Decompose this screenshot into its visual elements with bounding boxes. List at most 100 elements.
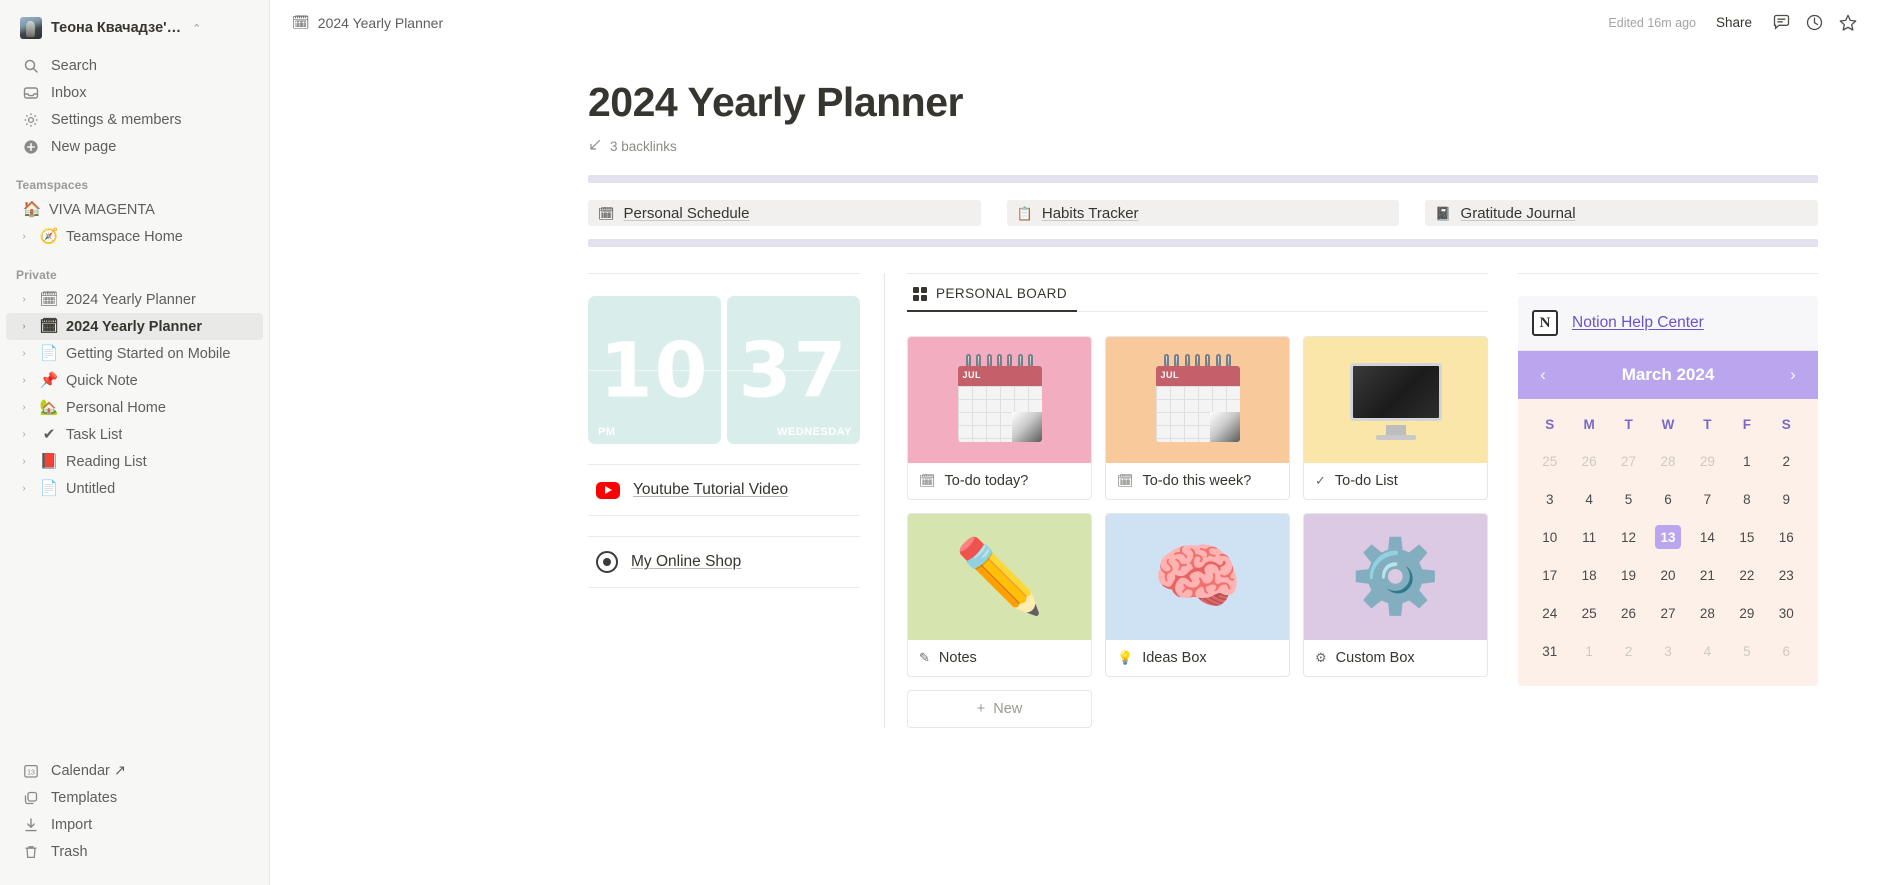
nav-card-habits-tracker[interactable]: 📋 Habits Tracker <box>1006 200 1400 226</box>
calendar-day[interactable]: 4 <box>1569 480 1608 518</box>
calendar-day[interactable]: 27 <box>1648 594 1687 632</box>
calendar-day[interactable]: 17 <box>1530 556 1569 594</box>
nav-card-personal-schedule[interactable]: 🗓 Personal Schedule <box>588 200 981 226</box>
card-footer: 🗓 To-do this week? <box>1106 463 1289 499</box>
calendar-day[interactable]: 28 <box>1648 442 1687 480</box>
board-card-to-do-this-week[interactable]: JUL 🗓 To-do this week? <box>1105 336 1290 500</box>
calendar-prev-button[interactable]: ‹ <box>1534 365 1552 385</box>
board-card-to-do-today[interactable]: JUL 🗓 To-do today? <box>907 336 1092 500</box>
notion-help-center-card[interactable]: N Notion Help Center <box>1518 296 1818 351</box>
calendar-day[interactable]: 6 <box>1767 632 1806 670</box>
calendar-day[interactable]: 16 <box>1767 518 1806 556</box>
sidebar-item-task-list[interactable]: › ✔ Task List <box>6 421 263 448</box>
calendar-day[interactable]: 9 <box>1767 480 1806 518</box>
comment-icon[interactable] <box>1772 13 1791 32</box>
chevron-right-icon[interactable]: › <box>16 429 32 440</box>
calendar-day[interactable]: 11 <box>1569 518 1608 556</box>
sidebar-item-calendar[interactable]: 13 Calendar ↗ <box>6 757 263 784</box>
chevron-right-icon[interactable]: › <box>16 294 32 305</box>
share-button[interactable]: Share <box>1710 11 1758 34</box>
calendar-day[interactable]: 7 <box>1688 480 1727 518</box>
history-clock-icon[interactable] <box>1805 13 1824 32</box>
sidebar-item-new-page[interactable]: New page <box>6 133 263 160</box>
nav-card-gratitude-journal[interactable]: 📓 Gratitude Journal <box>1425 200 1819 226</box>
sidebar-item-reading-list[interactable]: › 📕 Reading List <box>6 448 263 475</box>
dow-label: W <box>1661 417 1675 432</box>
backlink-arrow-icon <box>588 138 602 155</box>
calendar-day[interactable]: 1 <box>1727 442 1766 480</box>
new-card-button[interactable]: + New <box>907 690 1092 728</box>
favorite-star-icon[interactable] <box>1838 13 1858 33</box>
calendar-day[interactable]: 23 <box>1767 556 1806 594</box>
board-card-to-do-list[interactable]: ✓ To-do List <box>1303 336 1488 500</box>
sidebar-item-inbox[interactable]: Inbox <box>6 79 263 106</box>
chevron-right-icon[interactable]: › <box>16 456 32 467</box>
book-icon: 📕 <box>39 453 59 470</box>
calendar-day[interactable]: 2 <box>1767 442 1806 480</box>
calendar-day[interactable]: 26 <box>1569 442 1608 480</box>
calendar-next-button[interactable]: › <box>1784 365 1802 385</box>
calendar-day[interactable]: 29 <box>1727 594 1766 632</box>
sidebar-item-settings[interactable]: Settings & members <box>6 106 263 133</box>
backlinks[interactable]: 3 backlinks <box>588 138 1818 155</box>
calendar-day[interactable]: 21 <box>1688 556 1727 594</box>
calendar-day[interactable]: 5 <box>1727 632 1766 670</box>
calendar-day[interactable]: 28 <box>1688 594 1727 632</box>
breadcrumb[interactable]: 🗓 2024 Yearly Planner <box>286 11 449 34</box>
calendar-day[interactable]: 18 <box>1569 556 1608 594</box>
link-my-online-shop[interactable]: My Online Shop <box>588 536 860 588</box>
calendar-day[interactable]: 12 <box>1609 518 1648 556</box>
sidebar-item-search[interactable]: Search <box>6 52 263 79</box>
calendar-day[interactable]: 2 <box>1609 632 1648 670</box>
calendar-day[interactable]: 10 <box>1530 518 1569 556</box>
chevron-right-icon[interactable]: › <box>16 321 32 332</box>
tab-personal-board[interactable]: PERSONAL BOARD <box>907 278 1078 312</box>
calendar-day-number: 25 <box>1581 605 1597 621</box>
sidebar-item-getting-started-on-mobile[interactable]: › 📄 Getting Started on Mobile <box>6 340 263 367</box>
calendar-day[interactable]: 20 <box>1648 556 1687 594</box>
chevron-right-icon[interactable]: › <box>16 375 32 386</box>
calendar-day[interactable]: 14 <box>1688 518 1727 556</box>
sidebar-item-templates[interactable]: Templates <box>6 784 263 811</box>
workspace-switcher[interactable]: Теона Квачадзе'… ⌃ <box>6 10 263 46</box>
calendar-day[interactable]: 25 <box>1530 442 1569 480</box>
calendar-day[interactable]: 31 <box>1530 632 1569 670</box>
calendar-day[interactable]: 3 <box>1530 480 1569 518</box>
sidebar-item-viva-magenta[interactable]: 🏠 VIVA MAGENTA <box>6 196 263 223</box>
sidebar-item-trash[interactable]: Trash <box>6 838 263 865</box>
board-card-custom-box[interactable]: ⚙️ ⚙ Custom Box <box>1303 513 1488 677</box>
calendar-day[interactable]: 27 <box>1609 442 1648 480</box>
calendar-day[interactable]: 3 <box>1648 632 1687 670</box>
chevron-right-icon[interactable]: › <box>16 348 32 359</box>
calendar-day[interactable]: 15 <box>1727 518 1766 556</box>
calendar-day[interactable]: 6 <box>1648 480 1687 518</box>
sidebar-item-personal-home[interactable]: › 🏡 Personal Home <box>6 394 263 421</box>
pencil-emoji: ✏️ <box>954 537 1045 617</box>
sidebar-item-untitled[interactable]: › 📄 Untitled <box>6 475 263 502</box>
chevron-right-icon[interactable]: › <box>16 483 32 494</box>
sidebar-item-2024-yearly-planner-2[interactable]: › 🗓 2024 Yearly Planner <box>6 313 263 340</box>
link-youtube-tutorial[interactable]: Youtube Tutorial Video <box>588 464 860 516</box>
calendar-day[interactable]: 5 <box>1609 480 1648 518</box>
chevron-right-icon[interactable]: › <box>16 231 32 242</box>
private-section-title: Private <box>16 268 57 282</box>
sidebar-item-import[interactable]: Import <box>6 811 263 838</box>
board-card-notes[interactable]: ✏️ ✎ Notes <box>907 513 1092 677</box>
calendar-day[interactable]: 30 <box>1767 594 1806 632</box>
calendar-day[interactable]: 13 <box>1648 518 1687 556</box>
right-column: N Notion Help Center ‹ March 2024 › S M … <box>1518 273 1818 728</box>
board-card-ideas-box[interactable]: 🧠 💡 Ideas Box <box>1105 513 1290 677</box>
calendar-day[interactable]: 1 <box>1569 632 1608 670</box>
sidebar-item-quick-note[interactable]: › 📌 Quick Note <box>6 367 263 394</box>
chevron-right-icon[interactable]: › <box>16 402 32 413</box>
sidebar-item-teamspace-home[interactable]: › 🧭 Teamspace Home <box>6 223 263 250</box>
calendar-day[interactable]: 22 <box>1727 556 1766 594</box>
calendar-day[interactable]: 29 <box>1688 442 1727 480</box>
calendar-day[interactable]: 4 <box>1688 632 1727 670</box>
calendar-day[interactable]: 26 <box>1609 594 1648 632</box>
sidebar-item-2024-yearly-planner-1[interactable]: › 🗓 2024 Yearly Planner <box>6 286 263 313</box>
calendar-day[interactable]: 8 <box>1727 480 1766 518</box>
calendar-day[interactable]: 24 <box>1530 594 1569 632</box>
calendar-day[interactable]: 19 <box>1609 556 1648 594</box>
calendar-day[interactable]: 25 <box>1569 594 1608 632</box>
